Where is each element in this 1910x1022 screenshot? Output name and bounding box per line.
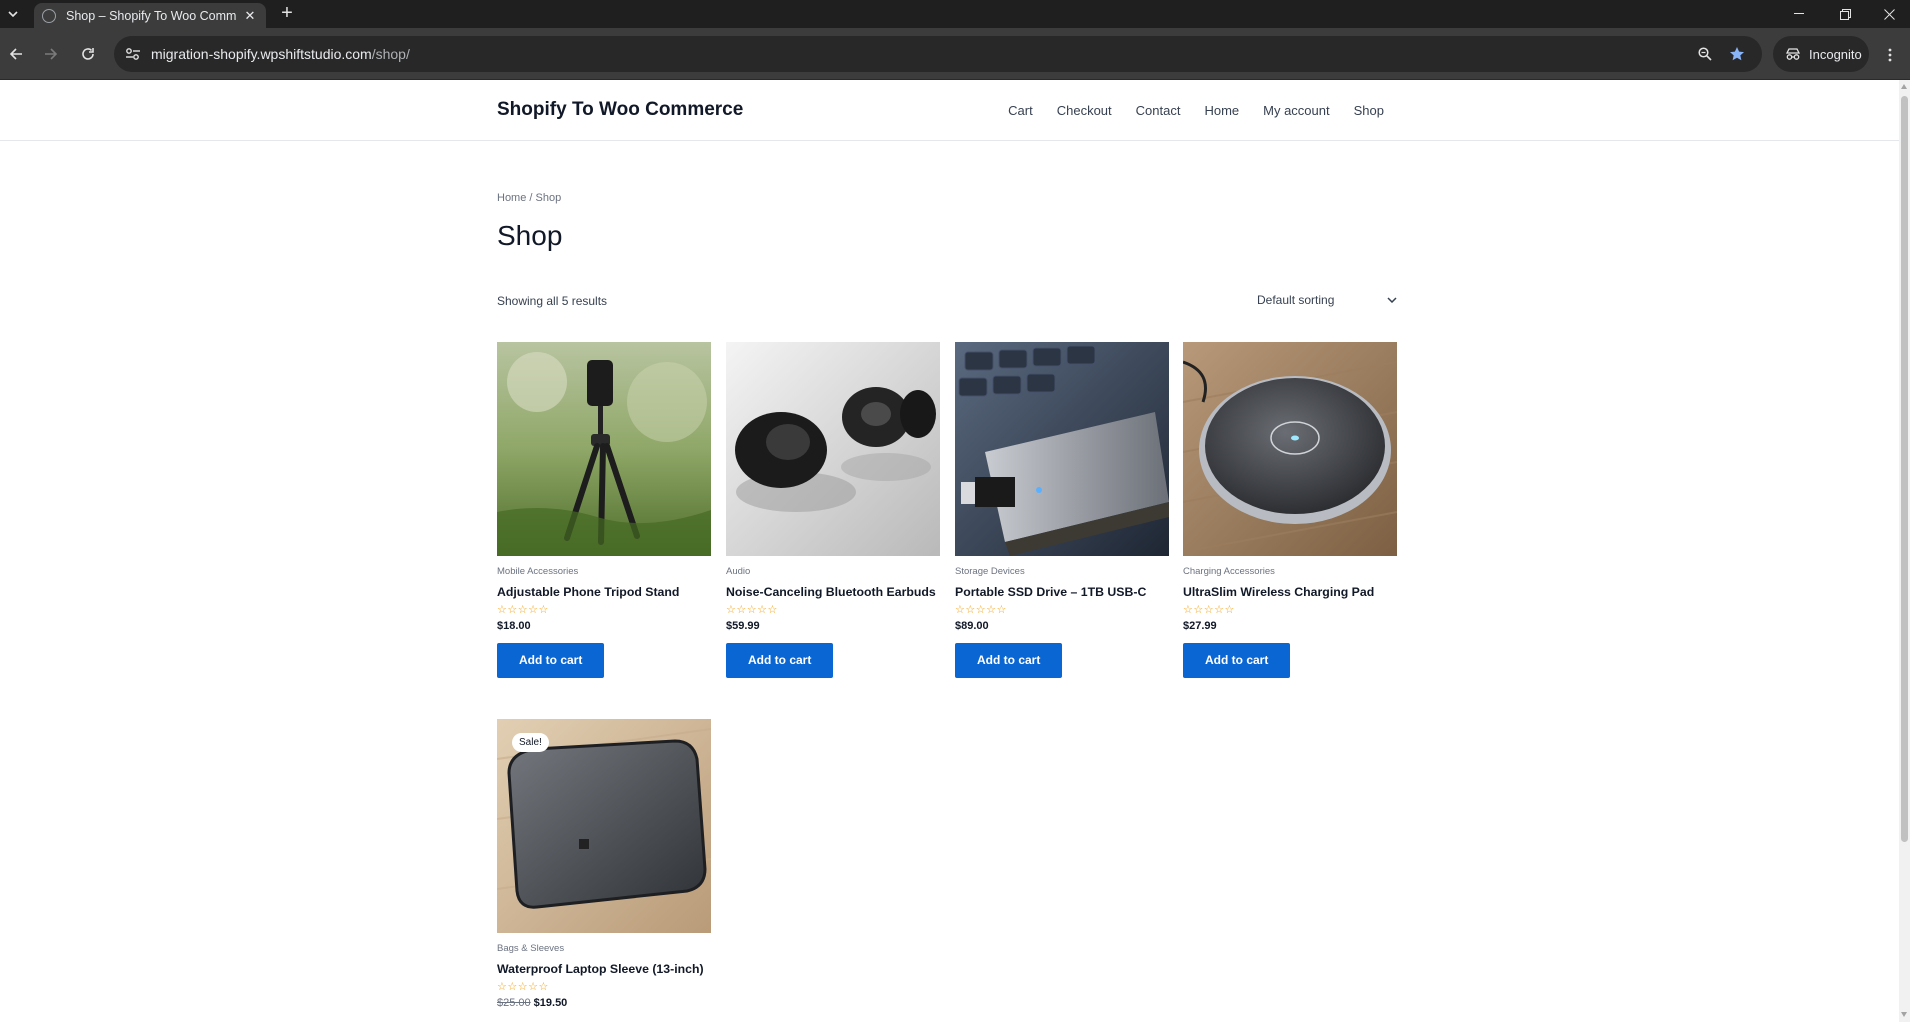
product-category[interactable]: Bags & Sleeves (497, 943, 711, 954)
site-header: Shopify To Woo Commerce Cart Checkout Co… (0, 80, 1899, 141)
add-to-cart-button[interactable]: Add to cart (497, 643, 605, 678)
product-card: Mobile Accessories Adjustable Phone Trip… (497, 342, 711, 678)
page-title: Shop (497, 220, 563, 251)
new-tab-plus-icon[interactable]: + (276, 3, 298, 25)
nav-cart[interactable]: Cart (1008, 103, 1033, 118)
product-card: Audio Noise-Canceling Bluetooth Earbuds … (726, 342, 940, 678)
rating-stars: ☆☆☆☆☆ (497, 981, 549, 993)
chevron-down-icon (1387, 297, 1397, 303)
reload-icon[interactable] (76, 42, 100, 66)
product-price: $59.99 (726, 620, 940, 632)
url-text: migration-shopify.wpshiftstudio.com/shop… (151, 46, 410, 62)
tab-strip: Shop – Shopify To Woo Commerce ✕ + (0, 0, 1910, 28)
incognito-icon (1785, 48, 1801, 60)
sale-badge: Sale! (512, 733, 549, 752)
product-image-charging-pad[interactable] (1183, 342, 1397, 556)
price-value: $59.99 (726, 620, 760, 632)
kebab-menu-icon[interactable] (1880, 44, 1900, 66)
restore-icon[interactable] (1822, 0, 1868, 28)
scroll-up-arrow-icon[interactable] (1901, 84, 1907, 89)
product-title[interactable]: Portable SSD Drive – 1TB USB-C (955, 585, 1169, 599)
product-title[interactable]: Waterproof Laptop Sleeve (13-inch) (497, 962, 711, 976)
nav-contact[interactable]: Contact (1136, 103, 1181, 118)
close-window-icon[interactable] (1866, 0, 1910, 28)
product-price: $27.99 (1183, 620, 1397, 632)
zoom-magnifier-icon[interactable] (1696, 45, 1714, 63)
tab-search-chevron-icon[interactable] (0, 0, 26, 28)
scroll-down-arrow-icon[interactable] (1901, 1012, 1907, 1017)
page-viewport: Shopify To Woo Commerce Cart Checkout Co… (0, 80, 1910, 1022)
product-category[interactable]: Storage Devices (955, 566, 1169, 577)
url-host: migration-shopify.wpshiftstudio.com (151, 46, 372, 62)
browser-toolbar: migration-shopify.wpshiftstudio.com/shop… (0, 28, 1910, 80)
product-price: $25.00 $19.50 (497, 997, 711, 1009)
rating-stars: ☆☆☆☆☆ (1183, 604, 1235, 616)
sorting-value: Default sorting (1257, 293, 1335, 307)
product-title[interactable]: Noise-Canceling Bluetooth Earbuds (726, 585, 940, 599)
product-image-tripod[interactable] (497, 342, 711, 556)
rating-stars: ☆☆☆☆☆ (726, 604, 778, 616)
close-tab-icon[interactable]: ✕ (242, 8, 258, 24)
url-path: /shop/ (371, 46, 410, 62)
primary-navigation: Cart Checkout Contact Home My account Sh… (1008, 103, 1384, 118)
sorting-select[interactable]: Default sorting (1257, 288, 1397, 312)
nav-my-account[interactable]: My account (1263, 103, 1329, 118)
browser-tab[interactable]: Shop – Shopify To Woo Commerce ✕ (34, 3, 266, 28)
scrollbar-thumb[interactable] (1901, 96, 1908, 842)
product-image-laptop-sleeve[interactable]: Sale! (497, 719, 711, 933)
address-bar[interactable]: migration-shopify.wpshiftstudio.com/shop… (114, 36, 1762, 72)
nav-home[interactable]: Home (1204, 103, 1239, 118)
product-price: $18.00 (497, 620, 711, 632)
product-title[interactable]: Adjustable Phone Tripod Stand (497, 585, 711, 599)
back-arrow-icon[interactable] (4, 42, 28, 66)
old-price: $25.00 (497, 997, 531, 1009)
product-image-earbuds[interactable] (726, 342, 940, 556)
price-value: $89.00 (955, 620, 989, 632)
minimize-icon[interactable] (1776, 0, 1822, 28)
result-count: Showing all 5 results (497, 294, 608, 308)
add-to-cart-button[interactable]: Add to cart (955, 643, 1063, 678)
price-value: $19.50 (533, 997, 568, 1009)
site-info-tune-icon[interactable] (124, 45, 142, 63)
globe-icon (42, 8, 56, 23)
product-card: Charging Accessories UltraSlim Wireless … (1183, 342, 1397, 678)
incognito-label: Incognito (1809, 46, 1862, 62)
product-card: Sale! Bags & Sleeves Waterproof Laptop S… (497, 719, 711, 1009)
product-category[interactable]: Charging Accessories (1183, 566, 1397, 577)
product-category[interactable]: Audio (726, 566, 940, 577)
add-to-cart-button[interactable]: Add to cart (1183, 643, 1291, 678)
product-image-ssd[interactable] (955, 342, 1169, 556)
nav-shop[interactable]: Shop (1354, 103, 1384, 118)
tab-title: Shop – Shopify To Woo Commerce (66, 8, 236, 23)
incognito-indicator[interactable]: Incognito (1773, 36, 1869, 72)
add-to-cart-button[interactable]: Add to cart (726, 643, 834, 678)
breadcrumb[interactable]: Home / Shop (497, 192, 561, 204)
bookmark-star-icon[interactable] (1728, 45, 1746, 63)
page-scrollbar[interactable] (1899, 80, 1910, 1022)
product-title[interactable]: UltraSlim Wireless Charging Pad (1183, 585, 1397, 599)
nav-checkout[interactable]: Checkout (1057, 103, 1112, 118)
product-price: $89.00 (955, 620, 1169, 632)
product-card: Storage Devices Portable SSD Drive – 1TB… (955, 342, 1169, 678)
product-category[interactable]: Mobile Accessories (497, 566, 711, 577)
rating-stars: ☆☆☆☆☆ (497, 604, 549, 616)
rating-stars: ☆☆☆☆☆ (955, 604, 1007, 616)
forward-arrow-icon[interactable] (39, 42, 63, 66)
price-value: $27.99 (1183, 620, 1217, 632)
price-value: $18.00 (497, 620, 531, 632)
site-title[interactable]: Shopify To Woo Commerce (497, 99, 743, 121)
